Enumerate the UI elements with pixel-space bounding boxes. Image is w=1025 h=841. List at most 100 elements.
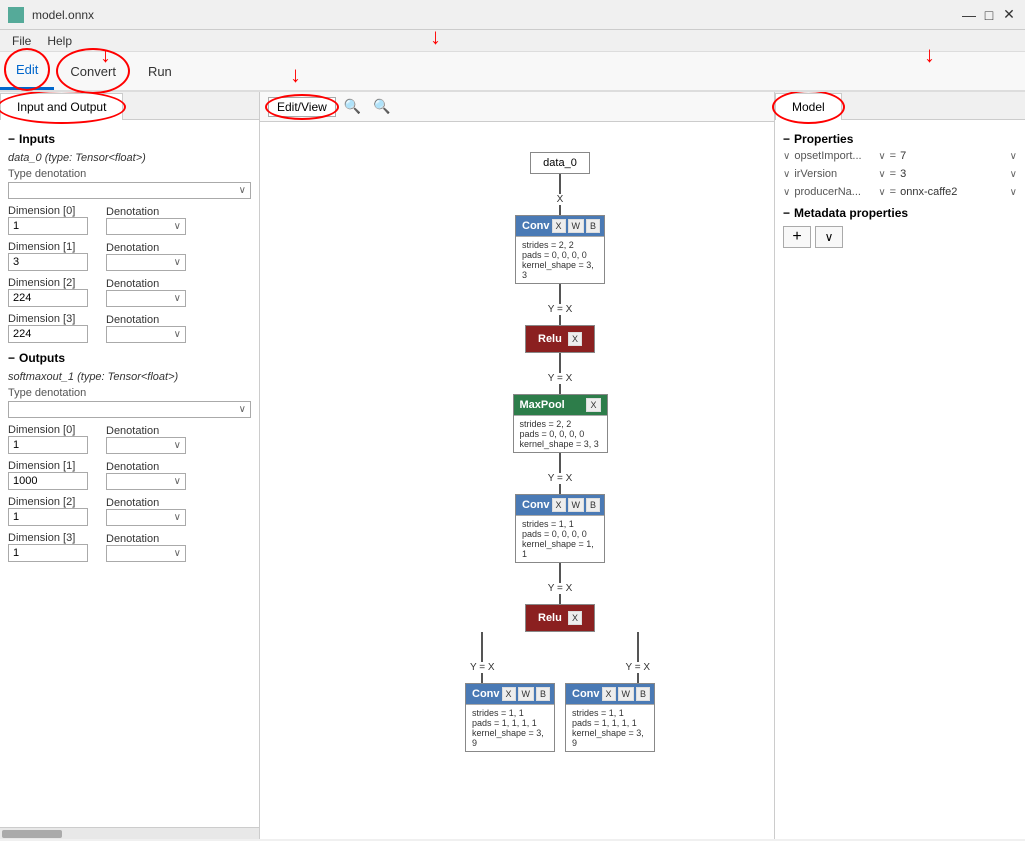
input-dim-1-label: Dimension [1] (8, 241, 98, 253)
port-x-conv1[interactable]: X (552, 219, 566, 233)
app-icon (8, 7, 24, 23)
input-dim-2-row: Dimension [2] Denotation ∨ (8, 277, 251, 307)
left-panel-tab-bar: Input and Output (0, 92, 259, 120)
port-b-conv2[interactable]: B (586, 498, 600, 512)
port-x-relu1[interactable]: X (568, 332, 582, 346)
prop-chevron-irversion[interactable]: ∨ (783, 169, 790, 180)
left-panel-content: − Inputs data_0 (type: Tensor<float>) Ty… (0, 120, 259, 827)
minimize-button[interactable]: — (961, 7, 977, 23)
input-dim-3-denotation-label: Denotation (106, 314, 186, 326)
prop-chevron-opset[interactable]: ∨ (783, 151, 790, 162)
toolbar-convert-button[interactable]: Convert (54, 52, 132, 90)
prop-expand-opset[interactable]: ∨ (1010, 151, 1017, 162)
prop-expand-producer[interactable]: ∨ (1010, 187, 1017, 198)
chevron-down-icon: ∨ (174, 476, 181, 487)
menu-file[interactable]: File (4, 32, 39, 50)
chevron-down-icon: ∨ (174, 440, 181, 451)
outputs-section-header[interactable]: − Outputs (8, 351, 251, 365)
input-dim-3-field[interactable] (8, 325, 88, 343)
node-wrapper-conv1: Conv X W B strides = 2, 2 pads = 0, 0, 0… (260, 215, 774, 325)
node-conv1[interactable]: Conv X W B strides = 2, 2 pads = 0, 0, 0… (515, 215, 605, 284)
left-panel-scrollbar[interactable] (0, 827, 259, 839)
port-x-maxpool[interactable]: X (586, 398, 600, 412)
maximize-button[interactable]: □ (981, 7, 997, 23)
port-x-conv2[interactable]: X (552, 498, 566, 512)
port-w-conv3[interactable]: W (518, 687, 535, 701)
output-dim-3-field[interactable] (8, 544, 88, 562)
prop-right-chevron-irversion[interactable]: ∨ (878, 169, 885, 180)
chevron-down-icon: ∨ (174, 329, 181, 340)
node-data0[interactable]: data_0 (530, 152, 590, 174)
chevron-down-icon: ∨ (239, 404, 246, 415)
port-w-conv2[interactable]: W (568, 498, 585, 512)
left-panel: Input and Output ↓ − Inputs data_0 (type… (0, 92, 260, 839)
node-wrapper-relu1: Relu X Y = X (260, 325, 774, 394)
chevron-down-icon: ∨ (174, 293, 181, 304)
output-dim-2-denotation-select[interactable]: ∨ (106, 509, 186, 526)
port-w-conv4[interactable]: W (618, 687, 635, 701)
close-button[interactable]: ✕ (1001, 7, 1017, 23)
input-dim-2-field[interactable] (8, 289, 88, 307)
metadata-controls: + ∨ (783, 226, 1017, 248)
add-metadata-button[interactable]: + (783, 226, 811, 248)
prop-expand-irversion[interactable]: ∨ (1010, 169, 1017, 180)
zoom-out-button[interactable]: 🔍 (369, 96, 394, 117)
output-dim-3-denotation-select[interactable]: ∨ (106, 545, 186, 562)
center-toolbar: Edit/View ↓ 🔍 🔍 (260, 92, 774, 122)
output-dim-0-denotation-select[interactable]: ∨ (106, 437, 186, 454)
input-dim-0-row: Dimension [0] Denotation ∨ (8, 205, 251, 235)
node-wrapper-data0: data_0 X (260, 142, 774, 215)
node-conv3[interactable]: Conv X W B strides = 1, 1 pads = 1, 1, 1… (465, 683, 555, 752)
tab-input-output[interactable]: Input and Output (0, 93, 123, 120)
toolbar-edit-button[interactable]: Edit (0, 52, 54, 90)
input-dim-2-denotation-select[interactable]: ∨ (106, 290, 186, 307)
graph-container: data_0 X Conv X W B (260, 122, 774, 839)
node-conv4[interactable]: Conv X W B strides = 1, 1 pads = 1, 1, 1… (565, 683, 655, 752)
port-b-conv4[interactable]: B (636, 687, 650, 701)
toolbar-run-button[interactable]: Run (132, 52, 188, 90)
port-b-conv1[interactable]: B (586, 219, 600, 233)
output-type-denotation-select[interactable]: ∨ (8, 401, 251, 418)
output-dim-1-denotation-select[interactable]: ∨ (106, 473, 186, 490)
port-x-conv4[interactable]: X (602, 687, 616, 701)
center-panel: Edit/View ↓ 🔍 🔍 data_0 X (260, 92, 775, 839)
prop-chevron-producer[interactable]: ∨ (783, 187, 790, 198)
output-type-denotation-label: Type denotation (8, 387, 251, 399)
node-relu1[interactable]: Relu X (525, 325, 595, 353)
input-dim-1-denotation-select[interactable]: ∨ (106, 254, 186, 271)
prop-right-chevron-producer[interactable]: ∨ (878, 187, 885, 198)
input-dim-1-field[interactable] (8, 253, 88, 271)
label-yx-2: Y = X (548, 373, 573, 384)
connector-2 (559, 205, 561, 215)
branch-left: Y = X (470, 632, 495, 683)
input-dim-0-field[interactable] (8, 217, 88, 235)
output-dim-2-field[interactable] (8, 508, 88, 526)
port-w-conv1[interactable]: W (568, 219, 585, 233)
node-maxpool[interactable]: MaxPool X strides = 2, 2 pads = 0, 0, 0,… (513, 394, 608, 453)
edit-view-button[interactable]: Edit/View (268, 97, 336, 117)
output-dim-1-denotation-label: Denotation (106, 461, 186, 473)
output-dim-1-field[interactable] (8, 472, 88, 490)
input-dim-0-denotation-select[interactable]: ∨ (106, 218, 186, 235)
port-x-relu2[interactable]: X (568, 611, 582, 625)
node-conv2[interactable]: Conv X W B strides = 1, 1 pads = 0, 0, 0… (515, 494, 605, 563)
right-panel-tab-bar: Model (775, 92, 1025, 120)
prop-name-irversion: irVersion (794, 168, 874, 180)
input-dim-3-denotation-select[interactable]: ∨ (106, 326, 186, 343)
output-dim-0-field[interactable] (8, 436, 88, 454)
properties-section-header[interactable]: − Properties (783, 132, 1017, 146)
prop-right-chevron-opset[interactable]: ∨ (878, 151, 885, 162)
type-denotation-select[interactable]: ∨ (8, 182, 251, 199)
port-b-conv3[interactable]: B (536, 687, 550, 701)
port-x-conv3[interactable]: X (502, 687, 516, 701)
inputs-section-header[interactable]: − Inputs (8, 132, 251, 146)
label-yx-1: Y = X (548, 304, 573, 315)
branch-right-line2 (637, 673, 639, 683)
tab-model[interactable]: Model (775, 93, 842, 120)
node-relu2[interactable]: Relu X (525, 604, 595, 632)
zoom-in-button[interactable]: 🔍 (340, 96, 365, 117)
menu-help[interactable]: Help (39, 32, 80, 50)
output-dim-1-label: Dimension [1] (8, 460, 98, 472)
metadata-chevron-button[interactable]: ∨ (815, 226, 843, 248)
graph-canvas[interactable]: data_0 X Conv X W B (260, 122, 774, 839)
